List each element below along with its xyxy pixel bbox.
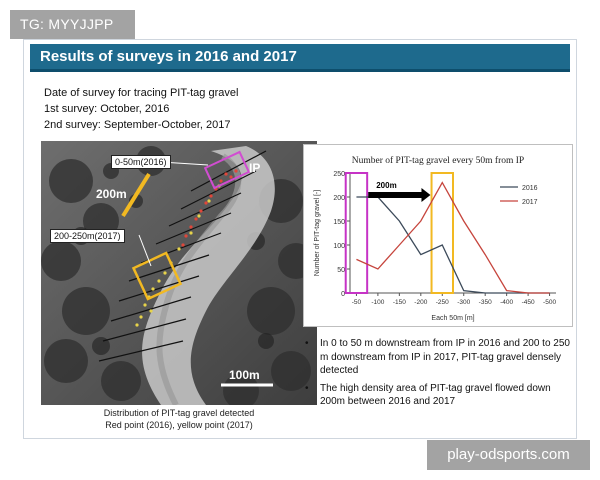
survey-line: 2nd survey: September-October, 2017 — [44, 119, 231, 131]
x-tick-label: -150 — [393, 299, 406, 306]
bullet-text: In 0 to 50 m downstream from IP in 2016 … — [320, 338, 570, 376]
label-2017: 200-250m(2017) — [50, 229, 125, 243]
y-tick-label: 150 — [333, 219, 345, 226]
y-tick-label: 100 — [333, 243, 345, 250]
y-tick-label: 200 — [333, 195, 345, 202]
bullet-dot: • — [305, 382, 309, 394]
x-tick-label: -500 — [543, 299, 556, 306]
watermark: play-odsports.com — [427, 440, 590, 470]
annotation-label: 200m — [376, 181, 396, 190]
y-tick-label: 0 — [341, 291, 345, 298]
slide-title-bar: Results of surveys in 2016 and 2017 — [30, 44, 570, 72]
y-axis-label: Number of PIT-tag gravel [-] — [314, 190, 321, 276]
aerial-photo-image — [41, 141, 317, 405]
legend-label: 2016 — [522, 185, 538, 192]
highlight-2017-zone — [430, 172, 454, 294]
annotation-arrow-shaft — [368, 192, 423, 198]
distance-label: 200m — [96, 187, 127, 201]
x-tick-label: -100 — [371, 299, 384, 306]
caption-line: Red point (2016), yellow point (2017) — [105, 420, 253, 430]
bullet-dot: • — [305, 338, 309, 349]
chart-container: Number of PIT-tag gravel every 50m from … — [303, 144, 573, 327]
y-tick-label: 250 — [333, 171, 345, 178]
ip-label: IP — [249, 161, 261, 175]
chart-title: Number of PIT-tag gravel every 50m from … — [352, 155, 524, 166]
tag-label: TG: MYYJJPP — [10, 10, 135, 39]
x-tick-label: -250 — [436, 299, 449, 306]
annotation-arrow-head — [421, 188, 431, 202]
bullet-item: • The high density area of PIT-tag grave… — [303, 382, 573, 409]
x-tick-label: -50 — [352, 299, 362, 306]
bullet-list: • In 0 to 50 m downstream from IP in 201… — [303, 337, 573, 413]
highlight-2016-zone — [344, 172, 369, 294]
survey-info: Date of survey for tracing PIT-tag grave… — [44, 85, 238, 133]
photo-caption: Distribution of PIT-tag gravel detected … — [41, 407, 317, 431]
bullet-item: • In 0 to 50 m downstream from IP in 201… — [303, 337, 573, 378]
y-tick-label: 50 — [337, 267, 345, 274]
caption-line: Distribution of PIT-tag gravel detected — [103, 408, 255, 418]
x-axis-label: Each 50m [m] — [431, 315, 474, 322]
slide-title: Results of surveys in 2016 and 2017 — [40, 48, 297, 65]
label-2016: 0-50m(2016) — [111, 155, 171, 169]
x-tick-label: -200 — [414, 299, 427, 306]
survey-line: 1st survey: October, 2016 — [44, 103, 170, 115]
x-tick-label: -300 — [457, 299, 470, 306]
bullet-text: The high density area of PIT-tag gravel … — [320, 382, 551, 408]
x-tick-label: -450 — [522, 299, 535, 306]
scale-label: 100m — [229, 368, 260, 382]
legend-label: 2017 — [522, 199, 538, 206]
line-chart: Number of PIT-tag gravel every 50m from … — [314, 155, 556, 322]
x-tick-label: -400 — [500, 299, 513, 306]
survey-line: Date of survey for tracing PIT-tag grave… — [44, 87, 239, 99]
slide: Results of surveys in 2016 and 2017 Date… — [23, 39, 577, 439]
aerial-photo: 0-50m(2016) 200-250m(2017) IP 200m 100m — [41, 141, 317, 405]
x-tick-label: -350 — [479, 299, 492, 306]
